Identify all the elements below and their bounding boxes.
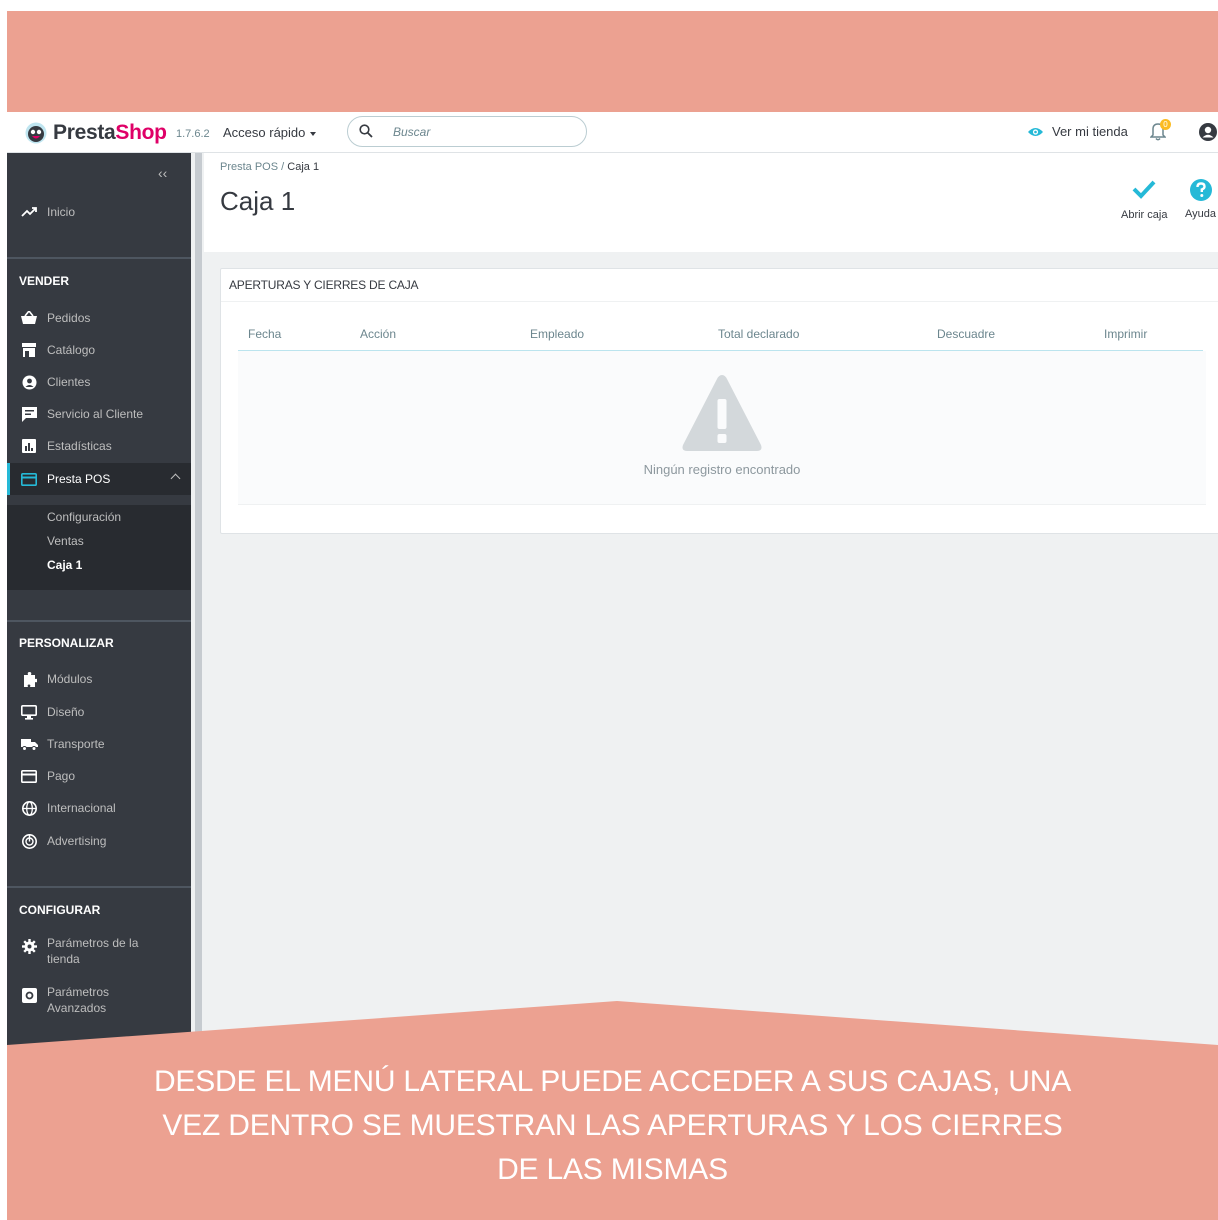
caption-line-3: DE LAS MISMAS xyxy=(497,1153,728,1186)
caption-text: DESDE EL MENÚ LATERAL PUEDE ACCEDER A SU… xyxy=(7,1060,1218,1192)
promo-frame: PrestaShop 1.7.6.2 Acceso rápido Ver mi … xyxy=(7,11,1218,1220)
caption-line-1: DESDE EL MENÚ LATERAL PUEDE ACCEDER A SU… xyxy=(153,1065,1072,1098)
caption-band xyxy=(7,1001,1218,1220)
caption-line-2: VEZ DENTRO SE MUESTRAN LAS APERTURAS Y L… xyxy=(162,1109,1063,1142)
